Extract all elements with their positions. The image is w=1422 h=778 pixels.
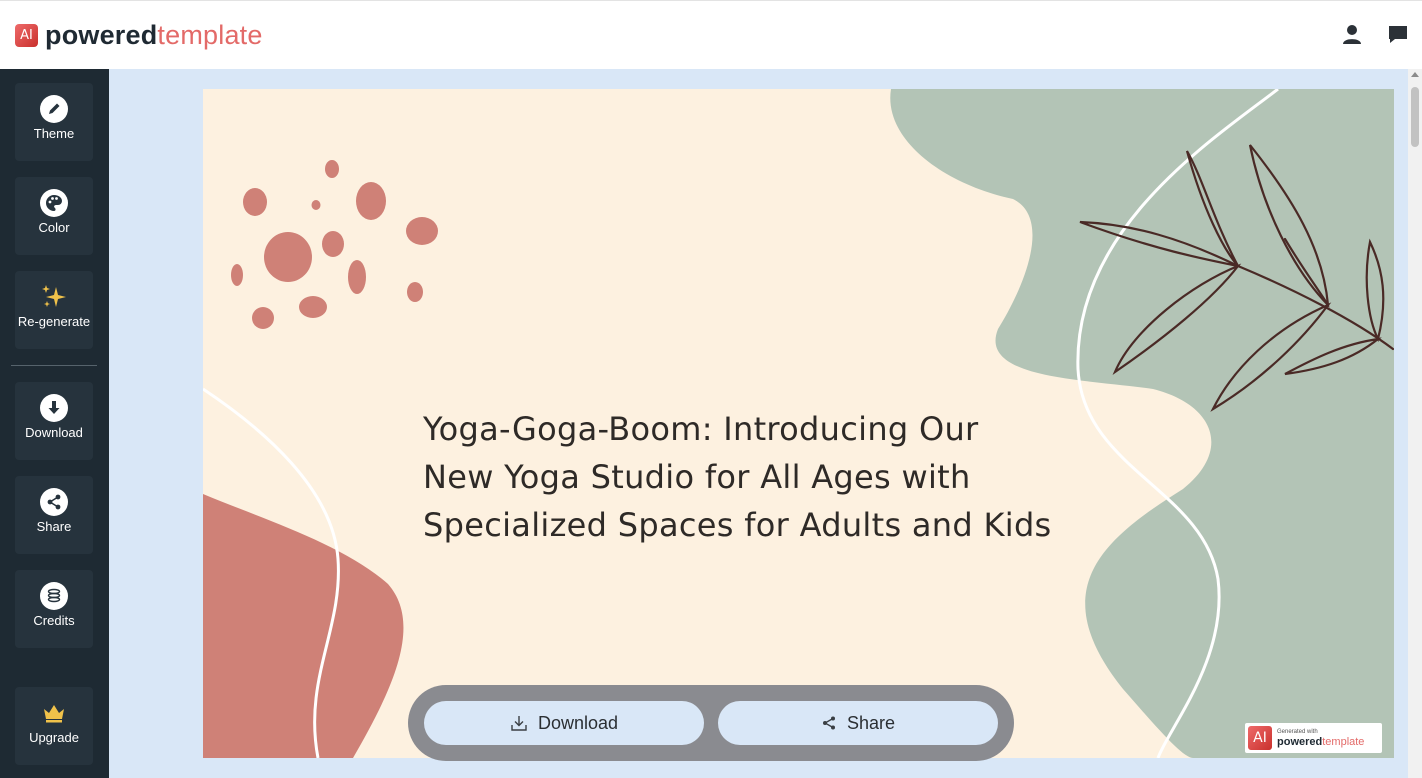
slide-title-line: Specialized Spaces for Adults and Kids: [423, 506, 1052, 544]
sidebar-item-regenerate[interactable]: Re-generate: [15, 271, 93, 349]
pencil-icon: [40, 95, 68, 123]
sparkles-icon: [42, 285, 66, 307]
scroll-up-arrow-icon[interactable]: [1411, 72, 1419, 77]
watermark-logo-mark-icon: AI: [1248, 726, 1272, 750]
chat-icon[interactable]: [1386, 22, 1410, 46]
logo-text: poweredtemplate: [45, 20, 263, 51]
share-button[interactable]: Share: [718, 701, 998, 745]
sidebar-item-label: Credits: [33, 613, 75, 628]
crown-icon: [44, 705, 64, 723]
logo-text-bold: powered: [45, 20, 158, 50]
sidebar-item-share[interactable]: Share: [15, 476, 93, 554]
sidebar-item-credits[interactable]: Credits: [15, 570, 93, 648]
sidebar-item-download[interactable]: Download: [15, 382, 93, 460]
sidebar-item-label: Download: [25, 425, 83, 440]
watermark-brand: poweredtemplate: [1277, 735, 1365, 748]
share-button-label: Share: [846, 712, 896, 733]
sidebar-item-color[interactable]: Color: [15, 177, 93, 255]
share-circle-icon: [40, 488, 68, 516]
top-header: AI poweredtemplate: [0, 0, 1422, 69]
vertical-scrollbar[interactable]: [1408, 69, 1422, 778]
sidebar-divider: [11, 365, 97, 366]
share-icon: [822, 716, 835, 730]
download-icon: [511, 716, 527, 731]
slide-title[interactable]: Yoga-Goga-Boom: Introducing Our New Yoga…: [423, 405, 1103, 549]
sidebar-item-label: Re-generate: [17, 314, 91, 329]
watermark-text: Generated with poweredtemplate: [1277, 729, 1364, 748]
terracotta-dots: [231, 160, 438, 329]
user-icon[interactable]: [1340, 22, 1364, 46]
sidebar-item-label: Color: [38, 220, 70, 235]
sidebar-item-label: Theme: [33, 126, 75, 141]
sidebar-item-upgrade[interactable]: Upgrade: [15, 687, 93, 765]
download-button-label: Download: [537, 712, 619, 733]
floating-action-bar: Download Share: [408, 685, 1014, 761]
download-circle-icon: [40, 394, 68, 422]
watermark-brand-light: template: [1322, 735, 1365, 748]
palette-icon: [40, 189, 68, 217]
sidebar-item-theme[interactable]: Theme: [15, 83, 93, 161]
brand-logo[interactable]: AI poweredtemplate: [15, 20, 263, 51]
slide-preview[interactable]: Yoga-Goga-Boom: Introducing Our New Yoga…: [203, 89, 1394, 758]
terracotta-blob-shape: [203, 494, 404, 758]
watermark-small-text: Generated with: [1277, 728, 1318, 735]
scrollbar-thumb[interactable]: [1411, 87, 1419, 147]
watermark-brand-bold: powered: [1277, 735, 1323, 748]
sidebar-item-label: Upgrade: [29, 730, 79, 745]
sidebar-item-label: Share: [36, 519, 72, 534]
generated-with-watermark: AI Generated with poweredtemplate: [1245, 723, 1382, 753]
logo-mark-icon: AI: [15, 24, 38, 47]
coins-icon: [40, 582, 68, 610]
logo-text-light: template: [157, 20, 263, 50]
download-button[interactable]: Download: [424, 701, 704, 745]
slide-title-line: New Yoga Studio for All Ages with: [423, 458, 971, 496]
slide-title-line: Yoga-Goga-Boom: Introducing Our: [423, 410, 979, 448]
left-sidebar: Theme Color Re-generate Download Share C…: [0, 69, 109, 778]
